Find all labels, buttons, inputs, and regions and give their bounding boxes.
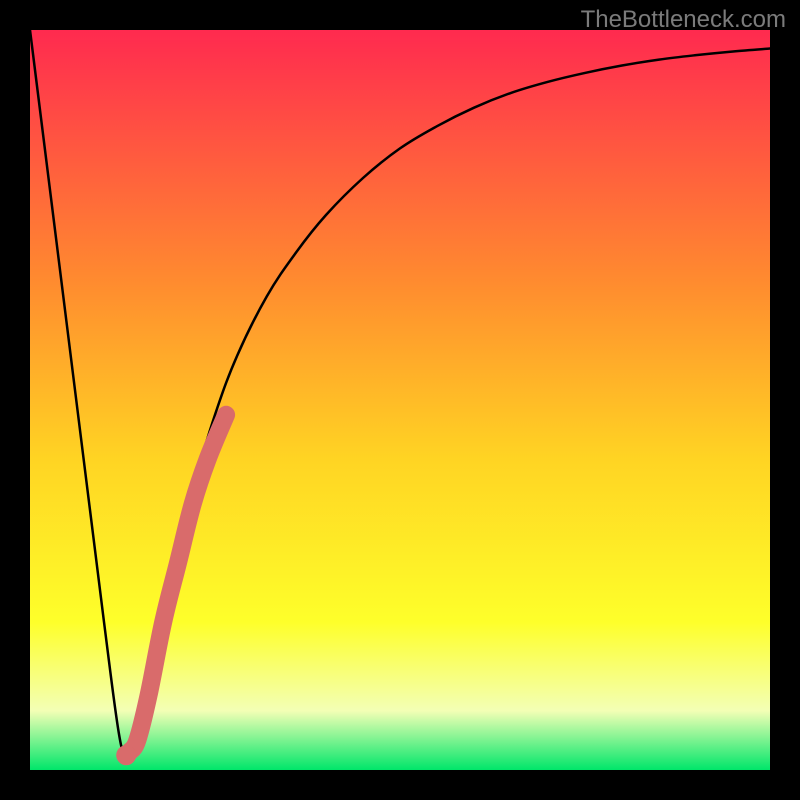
background-gradient [30, 30, 770, 770]
chart-frame: TheBottleneck.com [0, 0, 800, 800]
chart-svg [30, 30, 770, 770]
minimum-marker-icon [116, 745, 136, 765]
watermark-text: TheBottleneck.com [581, 6, 786, 34]
plot-area [30, 30, 770, 770]
